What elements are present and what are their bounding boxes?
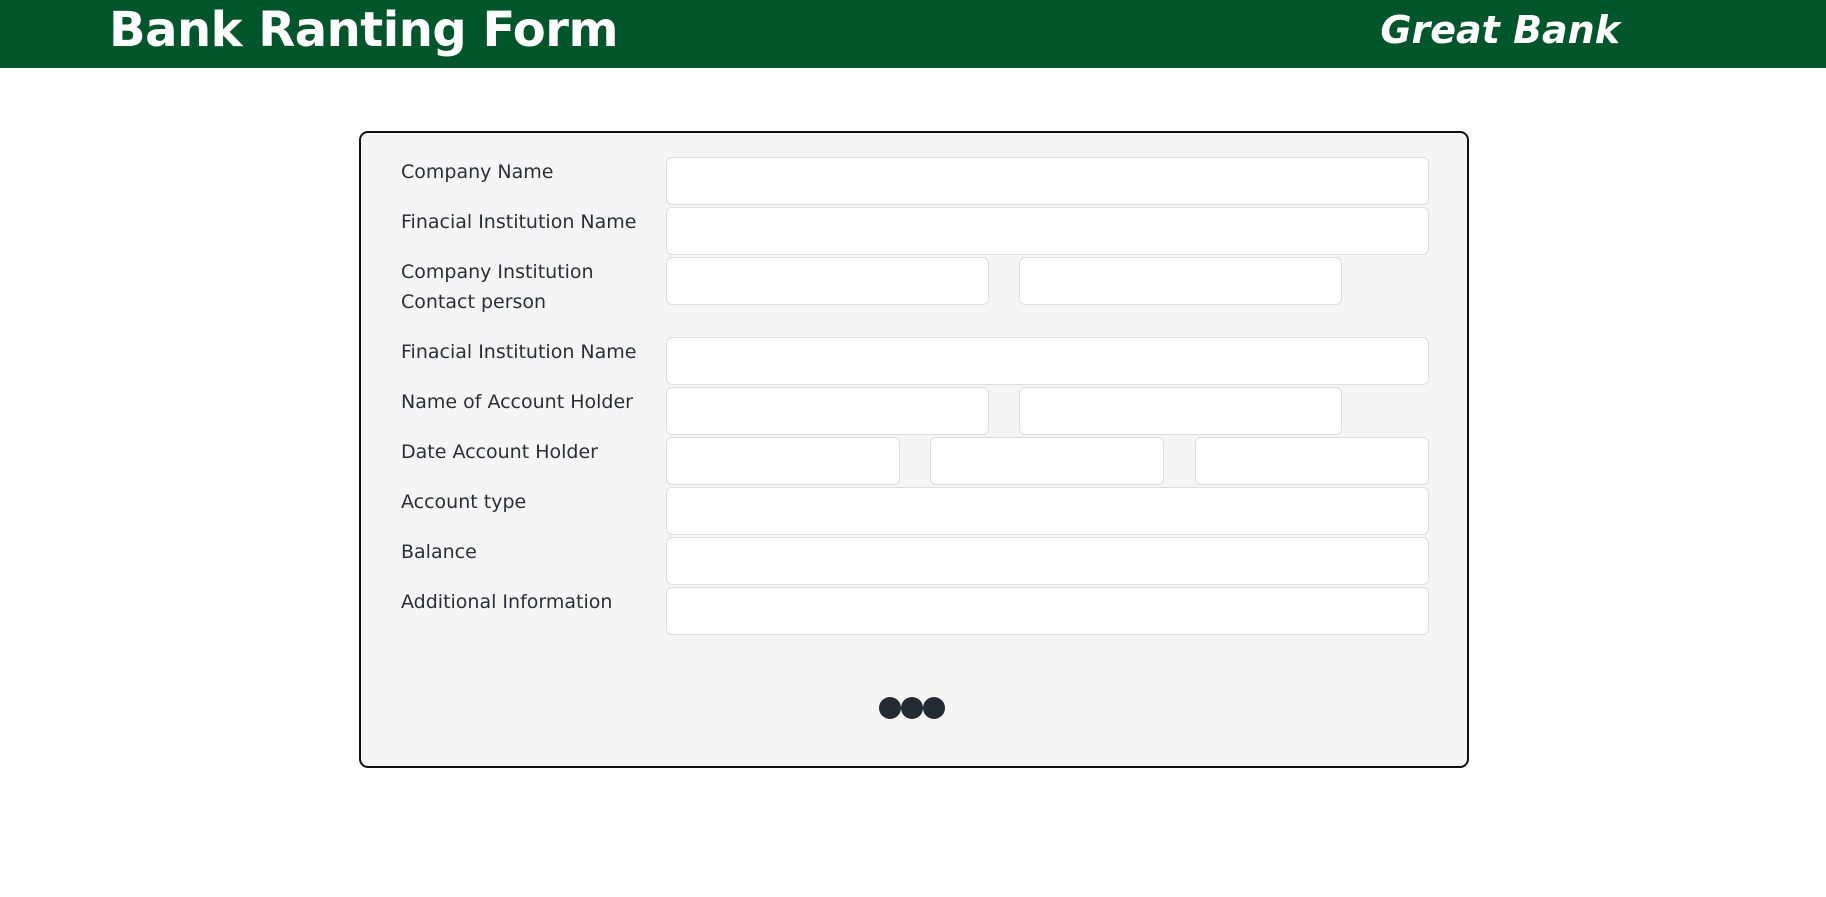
account-type-input[interactable] [666, 487, 1429, 535]
contact-person-label-line1: Company Institution [401, 261, 594, 283]
contact-person-last-input[interactable] [1019, 257, 1342, 305]
dot-icon [923, 697, 945, 719]
dot-icon [879, 697, 901, 719]
dot-icon [901, 697, 923, 719]
account-holder-date-label: Date Account Holder [401, 441, 598, 463]
account-type-label: Account type [401, 491, 527, 513]
financial-institution-name-label: Finacial Institution Name [401, 211, 637, 233]
brand-name: Great Bank [1380, 8, 1620, 52]
bank-rating-form: Company Name Finacial Institution Name C… [359, 131, 1469, 768]
account-holder-name-label: Name of Account Holder [401, 391, 633, 413]
financial-institution-name-input[interactable] [666, 207, 1429, 255]
company-name-input[interactable] [666, 157, 1429, 205]
contact-person-label-line2: Contact person [401, 291, 547, 313]
account-holder-last-name-input[interactable] [1019, 387, 1342, 435]
balance-input[interactable] [666, 537, 1429, 585]
balance-label: Balance [401, 541, 477, 563]
date-day-input[interactable] [666, 437, 900, 485]
financial-institution-name-2-label: Finacial Institution Name [401, 341, 637, 363]
additional-information-label: Additional Information [401, 591, 613, 613]
account-holder-first-name-input[interactable] [666, 387, 989, 435]
date-month-input[interactable] [930, 437, 1164, 485]
additional-information-input[interactable] [666, 587, 1429, 635]
header-bar: Bank Ranting Form Great Bank [0, 0, 1826, 68]
page-title: Bank Ranting Form [109, 2, 618, 58]
date-year-input[interactable] [1195, 437, 1429, 485]
three-dots-icon[interactable] [879, 697, 945, 719]
contact-person-first-input[interactable] [666, 257, 989, 305]
company-name-label: Company Name [401, 161, 554, 183]
financial-institution-name-2-input[interactable] [666, 337, 1429, 385]
